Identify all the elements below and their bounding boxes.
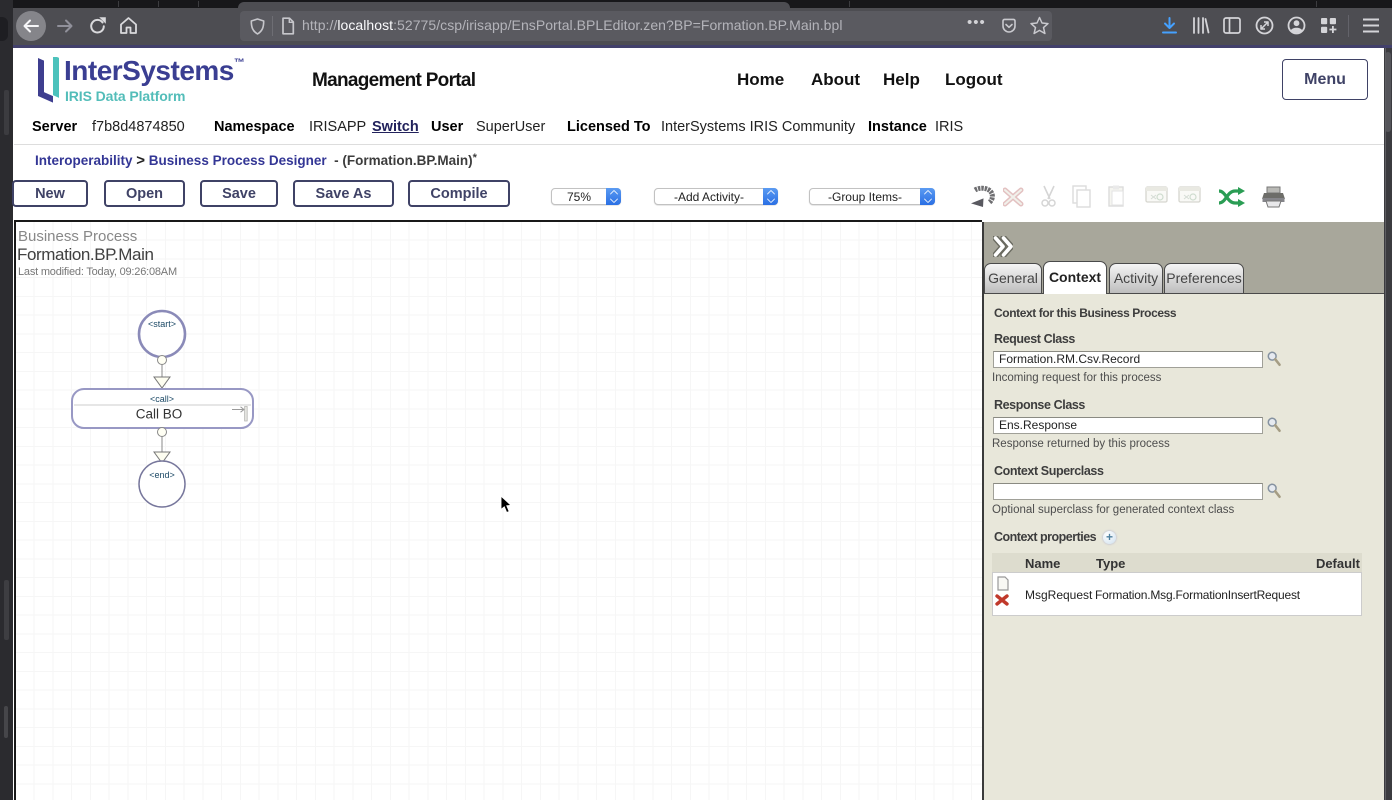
svg-text:<start>: <start> (148, 319, 176, 329)
svg-text:<end>: <end> (149, 470, 175, 480)
svg-text:<call>: <call> (150, 394, 174, 404)
svg-text:Call BO: Call BO (136, 407, 183, 422)
